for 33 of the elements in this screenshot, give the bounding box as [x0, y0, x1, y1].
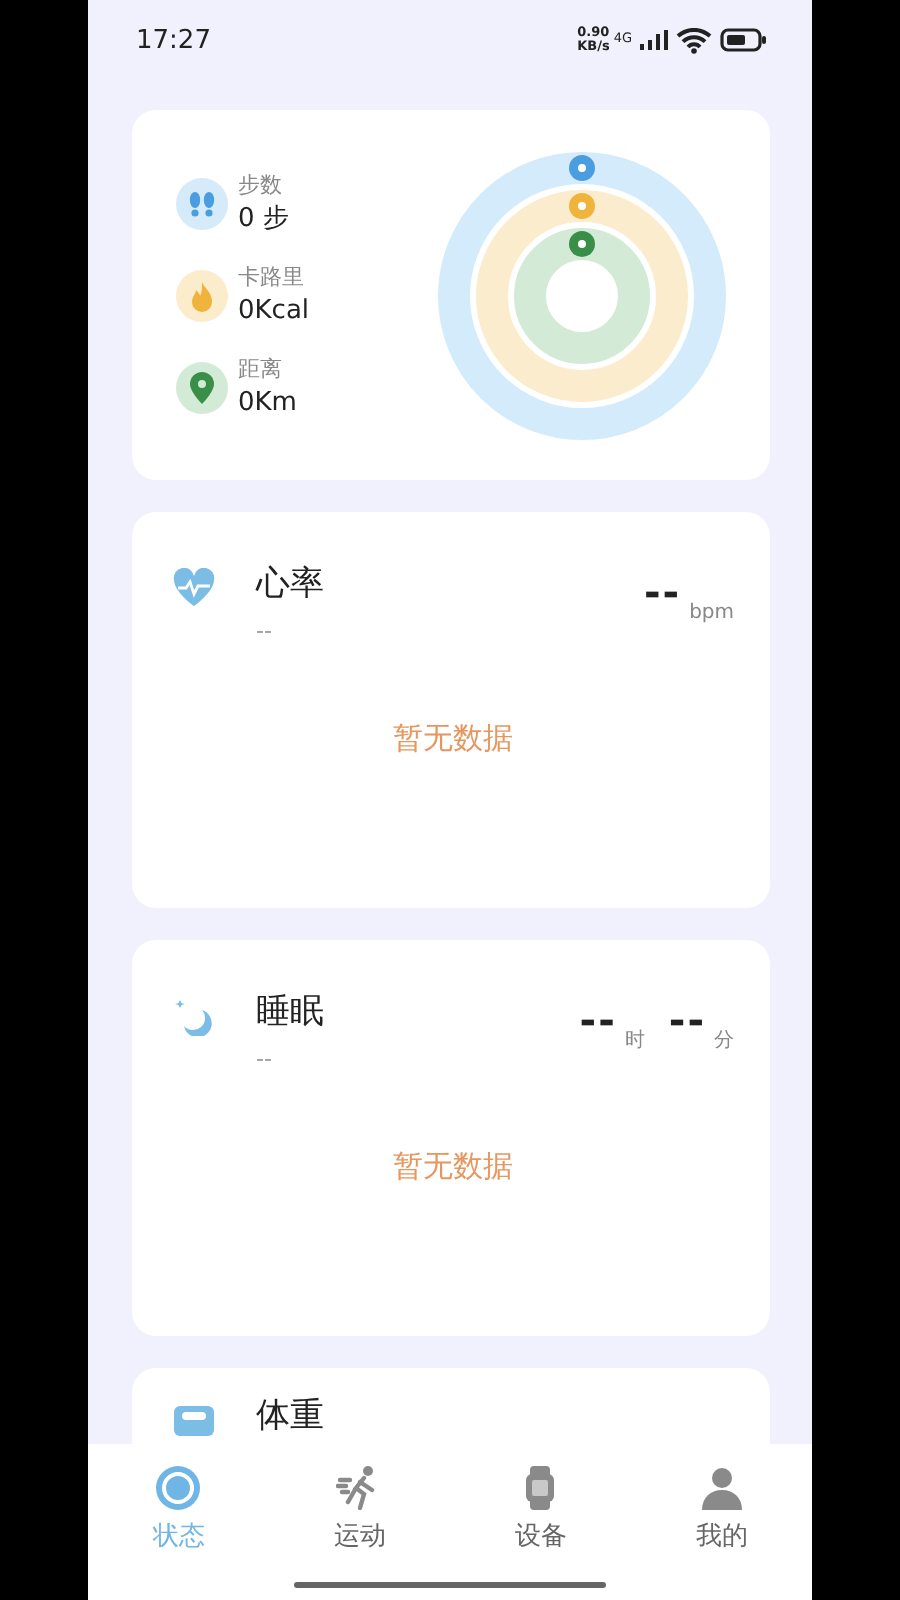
footprints-icon — [176, 177, 228, 229]
tab[interactable]: 设备 — [506, 1464, 575, 1564]
card-title: 睡眠 — [256, 990, 326, 1034]
reading-unit: 分 — [714, 1028, 734, 1054]
stat-label: 卡路里 — [238, 261, 306, 293]
flame-icon — [176, 269, 228, 321]
stat-value: 0 步 — [238, 201, 289, 237]
person-icon — [697, 1464, 746, 1512]
status-time: 17:27 — [136, 25, 211, 55]
tab[interactable]: 运动 — [325, 1464, 394, 1564]
stat-value: 0Kcal — [238, 293, 310, 329]
card-subtitle: -- — [256, 1046, 274, 1072]
reading-value: -- — [668, 996, 706, 1044]
card-title: 体重 — [256, 1394, 326, 1438]
location-pin-icon — [176, 361, 228, 413]
signal-icon — [640, 30, 668, 50]
reading-unit: 时 — [624, 1027, 645, 1054]
stat-label: 步数 — [238, 169, 284, 201]
wifi-icon — [676, 27, 712, 53]
battery-icon — [720, 28, 768, 52]
tab[interactable]: 我的 — [687, 1464, 756, 1564]
ring-icon — [154, 1464, 203, 1512]
stat-label: 距离 — [238, 353, 284, 385]
reading-unit: bpm — [689, 602, 734, 624]
stat-value: 0Km — [238, 385, 297, 421]
reading-value: -- — [643, 568, 682, 616]
reading-value: -- — [579, 996, 617, 1044]
moon-stars-icon — [172, 996, 216, 1036]
no-data-text: 暂无数据 — [393, 719, 513, 757]
card-subtitle: -- — [256, 618, 274, 644]
no-data-text: 暂无数据 — [393, 1147, 513, 1185]
heart-pulse-icon — [172, 568, 216, 608]
card-title: 心率 — [256, 562, 326, 606]
